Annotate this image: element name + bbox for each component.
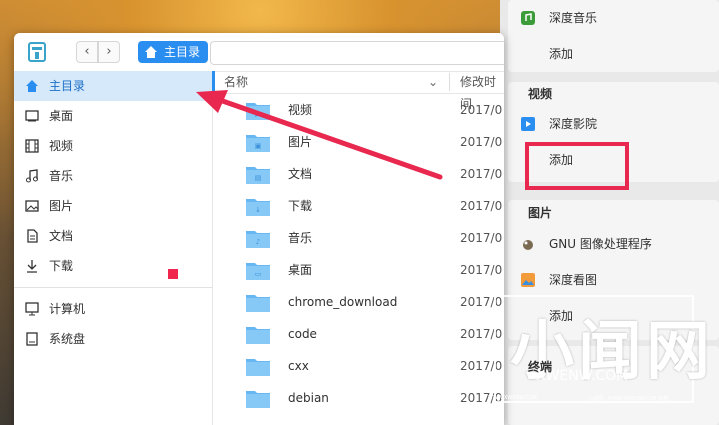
watermark-site: XWENW.COM [536,368,629,384]
watermark-tiny-text: 小闻网 · WWW.XWENW.COM 专用 [588,396,669,402]
watermark-tiny-left: WWW.XWENW.COM [488,395,537,401]
